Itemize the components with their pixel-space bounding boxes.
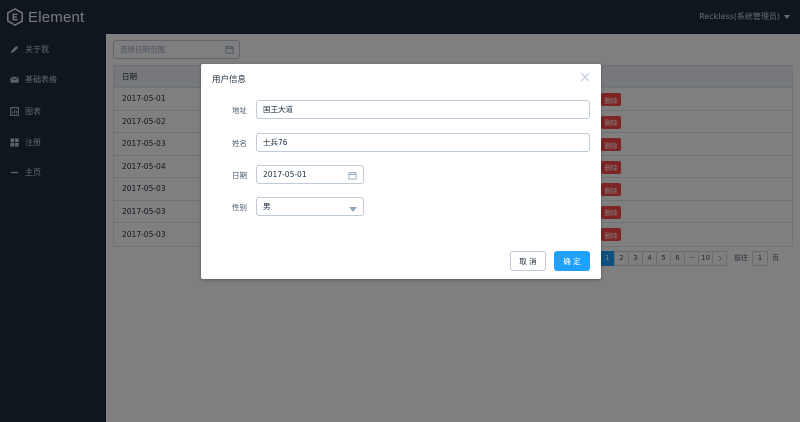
cancel-button[interactable]: 取 消: [510, 251, 546, 271]
calendar-icon: [348, 171, 357, 182]
date-value: 2017-05-01: [263, 170, 307, 179]
date-picker-input[interactable]: 2017-05-01: [256, 165, 364, 184]
gender-select[interactable]: 男: [256, 197, 364, 216]
name-label: 姓名: [232, 139, 247, 148]
user-info-dialog: 用户信息 地址 国王大道 姓名 士兵76 日期 2017-05-01 性别 男 …: [201, 64, 601, 279]
gender-value: 男: [263, 202, 271, 211]
confirm-button[interactable]: 确 定: [554, 251, 590, 271]
address-label: 地址: [232, 106, 247, 115]
gender-label: 性别: [232, 203, 247, 212]
close-icon[interactable]: [580, 72, 590, 82]
address-input[interactable]: 国王大道: [256, 100, 590, 119]
name-input[interactable]: 士兵76: [256, 133, 590, 152]
caret-down-icon: [349, 205, 357, 214]
dialog-title: 用户信息: [212, 75, 247, 85]
date-label: 日期: [232, 171, 247, 180]
